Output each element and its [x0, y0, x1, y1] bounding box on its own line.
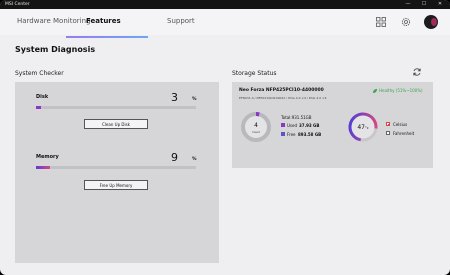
grid-icon[interactable]: [375, 16, 387, 28]
temperature-readout: 47°c: [346, 124, 380, 131]
clean-up-disk-button[interactable]: Clean Up Disk: [84, 119, 148, 129]
free-up-memory-button[interactable]: Free Up Memory: [84, 180, 148, 190]
celsius-label: Celsius: [393, 122, 408, 127]
temperature-value: 47: [357, 124, 365, 131]
disk-usage-bar: [36, 106, 196, 109]
used-legend-label: Used: [287, 123, 298, 128]
free-legend-swatch: [281, 132, 285, 136]
storage-device-details: EFNX31.4 / NFP221904100022 / PCIe 4.0 ×4…: [239, 96, 327, 100]
page-title: System Diagnosis: [15, 45, 96, 54]
disk-usage-unit: %: [192, 97, 197, 102]
total-capacity: Total:931.51GB: [281, 115, 312, 120]
disk-usage-value: 3: [171, 91, 178, 104]
memory-label: Memory: [36, 154, 59, 160]
disk-label: Disk: [36, 94, 49, 100]
top-navigation: Hardware Monitoring Features Support: [0, 9, 450, 38]
app-title: MSI Center: [5, 2, 30, 7]
close-button[interactable]: ✕: [434, 0, 446, 9]
memory-usage-bar: [36, 166, 196, 169]
leaf-icon: [373, 89, 377, 93]
refresh-icon[interactable]: [412, 67, 422, 77]
disk-usage-bar-fill: [36, 106, 41, 109]
tab-support[interactable]: Support: [167, 17, 195, 25]
temperature-unit: °c: [364, 126, 369, 130]
free-legend-value: 893.58 GB: [298, 132, 322, 137]
memory-usage-value: 9: [171, 151, 178, 164]
health-status: Healthy (51%~100%): [379, 88, 423, 93]
used-legend-value: 37.93 GB: [299, 123, 320, 128]
memory-usage-bar-fill: [36, 166, 51, 169]
tab-features[interactable]: Features: [86, 17, 121, 25]
system-checker-panel: Disk 3 % Clean Up Disk Memory 9 % Free U…: [15, 82, 219, 263]
used-percent-caption: Used: [252, 130, 260, 134]
storage-status-title: Storage Status: [232, 70, 277, 77]
memory-usage-unit: %: [192, 157, 197, 162]
title-bar: MSI Center — ☐ ✕: [0, 0, 450, 9]
fahrenheit-checkbox[interactable]: [386, 131, 390, 135]
system-checker-title: System Checker: [15, 70, 64, 77]
active-tab-indicator: [66, 36, 148, 38]
free-legend-label: Free: [287, 132, 296, 137]
user-avatar[interactable]: [424, 15, 438, 29]
minimize-button[interactable]: —: [402, 0, 414, 9]
gear-icon[interactable]: [400, 16, 412, 28]
celsius-checkbox[interactable]: [386, 122, 390, 126]
fahrenheit-label: Fahrenheit: [393, 131, 415, 136]
storage-device-name: Neo Forza NFP425PCI10-4400000: [239, 88, 324, 93]
maximize-button[interactable]: ☐: [418, 0, 430, 9]
used-percent-value: 4: [254, 122, 258, 129]
used-legend-swatch: [281, 123, 285, 127]
tab-hardware-monitoring[interactable]: Hardware Monitoring: [17, 17, 90, 25]
msi-center-window: MSI Center — ☐ ✕ Hardware Monitoring Fea…: [0, 0, 450, 275]
storage-status-panel: Neo Forza NFP425PCI10-4400000 EFNX31.4 /…: [232, 82, 433, 168]
